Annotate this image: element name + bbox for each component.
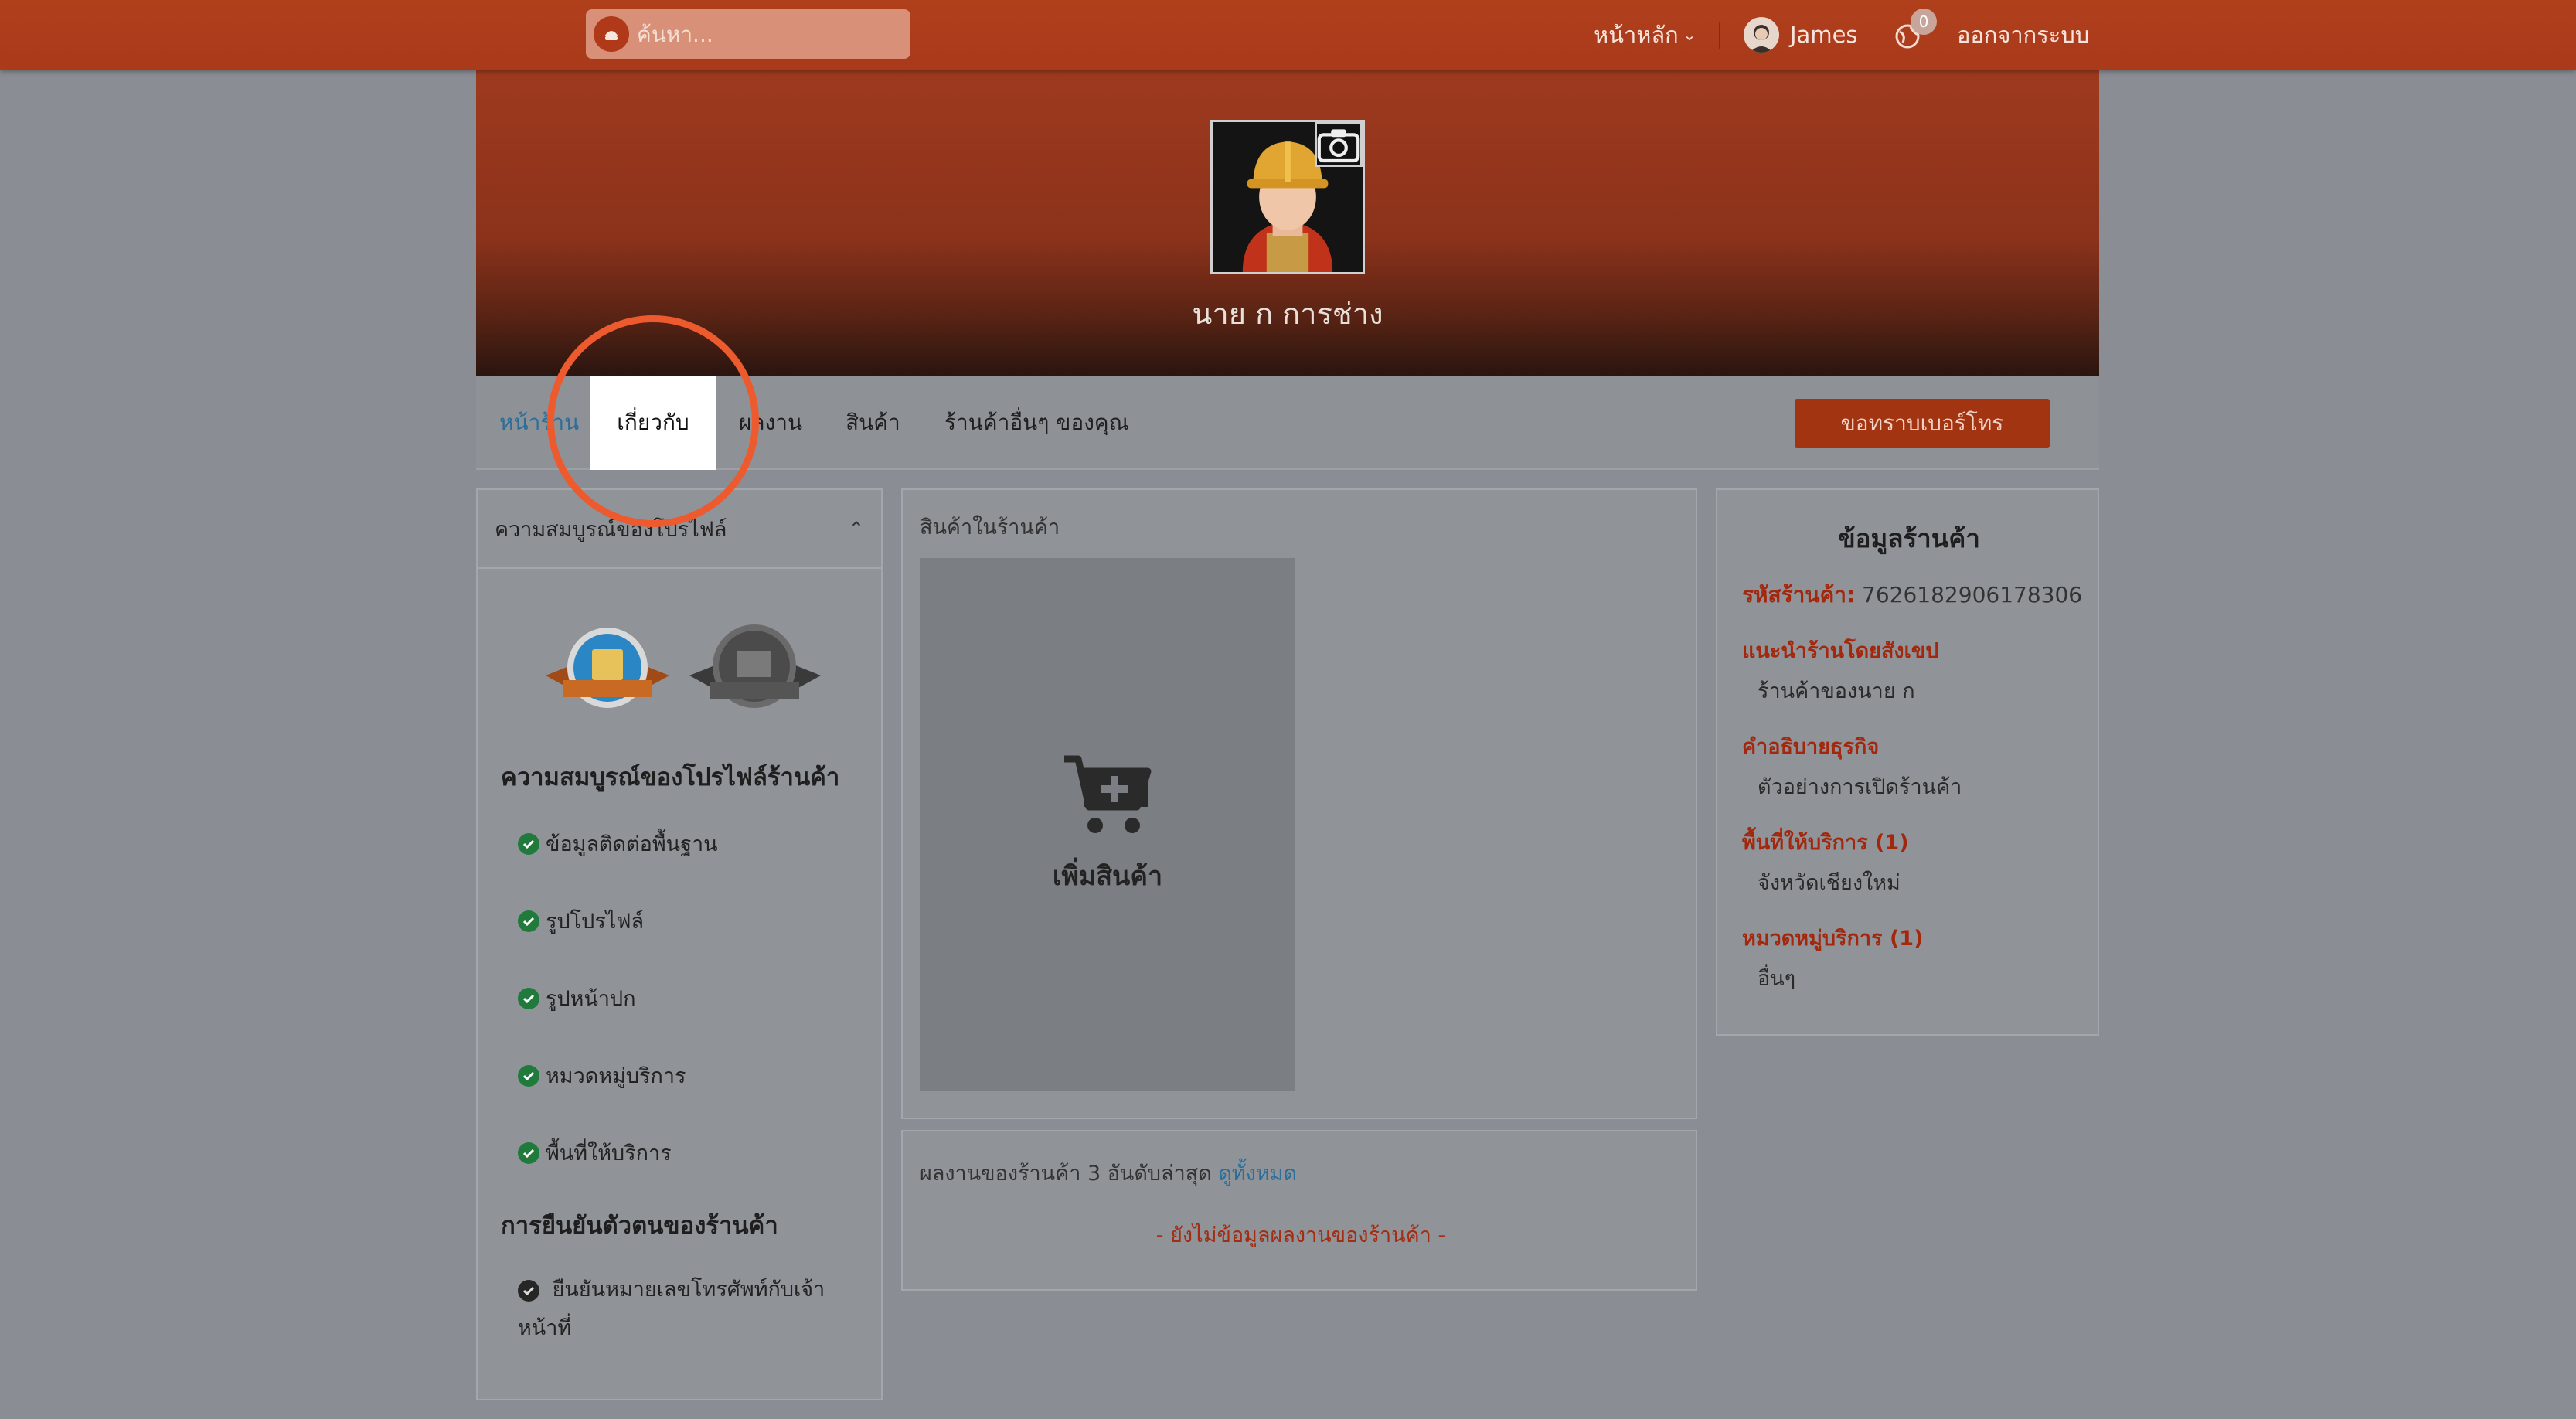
profile-completeness-panel: ความสมบูรณ์ของโปรไฟล์ ⌃ ความสมบูรณ์ของโป… [476,488,883,1400]
view-all-works-link[interactable]: ดูทั้งหมด [1218,1162,1297,1186]
globe-notification-icon: 0 [1894,9,1937,50]
user-menu[interactable]: James [1744,0,1858,70]
profile-tabbar: หน้าร้าน เกี่ยวกับ ผลงาน สินค้า ร้านค้าอ… [476,376,2099,470]
shop-id-row: รหัสร้านค้า: 7626182906178306 [1742,578,2082,612]
user-avatar-icon [1744,17,1779,53]
profile-completeness-header[interactable]: ความสมบูรณ์ของโปรไฟล์ ⌃ [478,490,881,569]
change-photo-button[interactable] [1315,122,1363,167]
chevron-down-icon: ⌄ [1683,26,1696,44]
checklist-item-label: ข้อมูลติดต่อพื้นฐาน [546,832,718,856]
verify-phone-item: ยืนยันหมายเลขโทรศัพท์กับเจ้า หน้าที่ [518,1271,858,1348]
shop-profile-completeness-title: ความสมบูรณ์ของโปรไฟล์ร้านค้า [501,764,840,791]
shop-id-label: รหัสร้านค้า: [1742,582,1856,607]
chevron-up-icon[interactable]: ⌃ [849,518,864,539]
shop-info-title: ข้อมูลร้านค้า [1838,523,1980,553]
tab-about[interactable]: เกี่ยวกับ [590,376,716,470]
checklist-item-label: หมวดหมู่บริการ [546,1064,686,1088]
tab-works[interactable]: ผลงาน [739,376,802,470]
achievement-badges [546,621,824,714]
business-desc-label: คำอธิบายธุรกิจ [1742,735,1880,759]
tab-other-shops[interactable]: ร้านค้าอื่นๆ ของคุณ [944,376,1129,470]
service-category-label: หมวดหมู่บริการ (1) [1742,927,1924,951]
service-category-value: อื่นๆ [1758,967,1796,991]
checklist-item-label: รูปหน้าปก [546,987,636,1011]
basic-info-badge-icon [546,628,669,708]
shop-intro-label: แนะนำร้านโดยสังเขป [1742,639,1939,663]
shop-avatar[interactable] [1210,120,1365,274]
shop-badge-icon [689,624,821,708]
check-circle-icon [518,1142,539,1164]
shop-name: นาย ก การช่าง [1192,297,1383,331]
shop-intro-value: ร้านค้าของนาย ก [1758,679,1915,703]
logout-link[interactable]: ออกจากระบบ [1957,0,2089,70]
verify-phone-line1: ยืนยันหมายเลขโทรศัพท์กับเจ้า [552,1278,825,1302]
profile-completeness-title: ความสมบูรณ์ของโปรไฟล์ [495,517,727,542]
works-panel: ผลงานของร้านค้า 3 อันดับล่าสุด ดูทั้งหมด… [901,1130,1697,1291]
business-desc-value: ตัวอย่างการเปิดร้านค้า [1758,775,1962,799]
shop-info-panel: ข้อมูลร้านค้า รหัสร้านค้า: 7626182906178… [1716,488,2099,1036]
checklist-item: พื้นที่ให้บริการ [518,1136,672,1169]
notification-button[interactable]: 0 [1894,0,1937,70]
top-navbar: หน้าหลัก ⌄ James 0 ออกจากระบบ [0,0,2576,70]
notification-count-badge: 0 [1911,9,1937,35]
check-circle-icon [518,987,539,1009]
service-area-label: พื้นที่ให้บริการ (1) [1742,831,1909,855]
works-empty-message: - ยังไม่ข้อมูลผลงานของร้านค้า - [1155,1223,1446,1247]
search-input[interactable] [637,21,884,47]
tab-storefront[interactable]: หน้าร้าน [499,376,579,470]
home-menu-label: หน้าหลัก [1594,22,1679,48]
checklist-item: ข้อมูลติดต่อพื้นฐาน [518,827,718,860]
check-circle-icon [518,832,539,855]
checklist-item-label: พื้นที่ให้บริการ [546,1142,672,1165]
checklist-item: รูปโปรไฟล์ [518,904,644,937]
shop-verification-title: การยืนยันตัวตนของร้านค้า [501,1212,778,1240]
site-logo-icon[interactable] [594,16,629,52]
add-product-label: เพิ่มสินค้า [1052,861,1163,892]
check-circle-icon [518,910,539,932]
checklist-item: รูปหน้าปก [518,982,636,1015]
verify-phone-line2: หน้าที่ [518,1316,572,1340]
checklist-item: หมวดหมู่บริการ [518,1059,686,1092]
logout-label: ออกจากระบบ [1957,22,2090,48]
request-phone-button[interactable]: ขอทราบเบอร์โทร [1795,399,2050,448]
products-title: สินค้าในร้านค้า [920,516,1060,539]
shop-id-value: 7626182906178306 [1862,582,2083,607]
camera-icon [1317,129,1360,163]
add-to-cart-icon [1064,755,1152,833]
products-panel: สินค้าในร้านค้า เพิ่มสินค้า [901,488,1697,1119]
user-name: James [1790,22,1858,48]
add-product-card[interactable]: เพิ่มสินค้า [920,558,1295,1091]
works-title-text: ผลงานของร้านค้า 3 อันดับล่าสุด [920,1162,1212,1186]
check-circle-icon [518,1279,539,1302]
cover-banner: นาย ก การช่าง [476,70,2099,376]
home-menu[interactable]: หน้าหลัก ⌄ [1594,0,1696,70]
nav-divider [1719,22,1720,49]
service-area-value: จังหวัดเชียงใหม่ [1758,871,1901,895]
works-title: ผลงานของร้านค้า 3 อันดับล่าสุด ดูทั้งหมด [920,1156,1297,1189]
tab-products[interactable]: สินค้า [846,376,900,470]
check-circle-icon [518,1064,539,1087]
search-box[interactable] [586,9,910,59]
checklist-item-label: รูปโปรไฟล์ [546,910,645,934]
